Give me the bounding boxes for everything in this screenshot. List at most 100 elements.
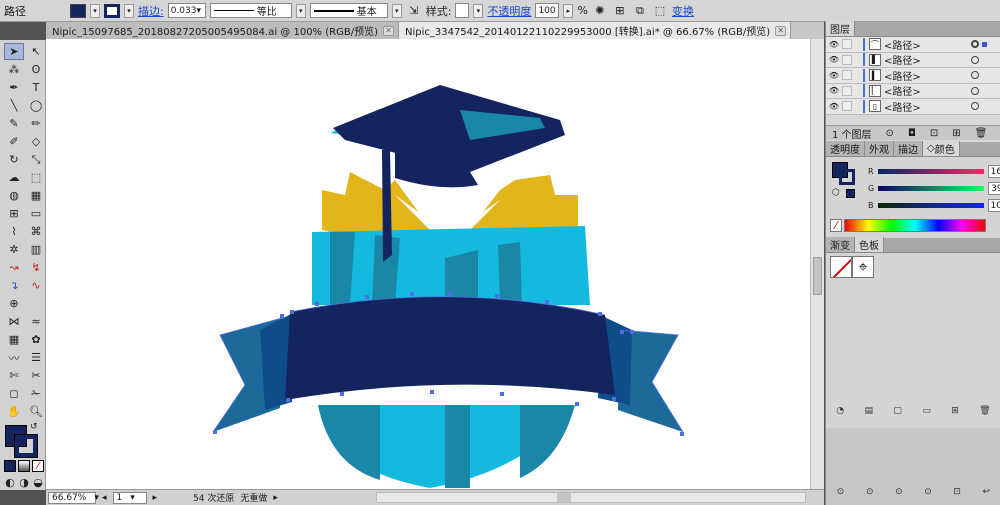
document-tab-1[interactable]: Nipic_15097685_20180827205005495084.ai @… xyxy=(46,22,399,39)
style-dropdown[interactable]: ▾ xyxy=(473,3,484,18)
zoom-tool-icon[interactable]: 🔍︎ xyxy=(26,403,46,420)
smooth-tool-icon[interactable]: ↯ xyxy=(26,259,46,276)
swatch-options-icon[interactable]: ▢ xyxy=(893,406,902,416)
warp-tool-icon[interactable]: ☁ xyxy=(4,169,24,186)
artboard-tool-icon[interactable]: ◻ xyxy=(4,385,24,402)
tab-layers[interactable]: 图层 xyxy=(826,21,855,36)
tab-swatches[interactable]: 色板 xyxy=(855,237,884,252)
green-slider[interactable] xyxy=(878,186,985,191)
badge-artwork[interactable] xyxy=(46,39,810,489)
zoom-field[interactable]: 66.67% ▾ xyxy=(48,491,99,504)
grid-tool-icon[interactable]: ▦ xyxy=(4,331,24,348)
stroke-swatch[interactable] xyxy=(104,3,120,18)
transform-link[interactable]: 变换 xyxy=(672,3,694,19)
magic-wand-tool-icon[interactable]: ⁂ xyxy=(4,61,24,78)
new-color-group-icon[interactable]: ▭ xyxy=(922,406,931,416)
stroke-dropdown[interactable]: ▾ xyxy=(124,3,134,18)
slice-tool-icon[interactable]: ✁ xyxy=(26,385,46,402)
envelope-tool-icon[interactable]: ⋈ xyxy=(4,313,24,330)
pen-tool-icon[interactable]: ✒ xyxy=(4,79,24,96)
new-layer-icon[interactable]: ⊞ xyxy=(952,128,960,139)
symbol-sprayer-tool-icon[interactable]: ✲ xyxy=(4,241,24,258)
target-icon[interactable] xyxy=(971,102,979,111)
color-spectrum[interactable] xyxy=(844,219,986,232)
stroke-label[interactable]: 描边: xyxy=(138,3,164,19)
page-field[interactable]: 1 ▾ xyxy=(112,491,147,504)
eye-icon[interactable]: 👁︎ xyxy=(826,102,842,111)
lasso-tool-icon[interactable]: ʘ xyxy=(26,61,46,78)
none-color-icon[interactable]: ⁄ xyxy=(830,219,842,232)
eraser-tool-icon[interactable]: ◇ xyxy=(26,133,46,150)
make-clipping-mask-icon[interactable]: ◘ xyxy=(908,128,916,139)
tab-appearance[interactable]: 外观 xyxy=(865,141,894,156)
draw-inside-icon[interactable]: ◒ xyxy=(32,476,44,489)
panel-icon-6[interactable]: ↩ xyxy=(983,487,991,497)
type-tool-icon[interactable]: T xyxy=(26,79,46,96)
path-tool-icon[interactable]: 〰 xyxy=(4,349,24,366)
rotate-tool-icon[interactable]: ↻ xyxy=(4,151,24,168)
swap-icon[interactable]: ↺ xyxy=(30,422,38,432)
style-swatch[interactable] xyxy=(455,3,470,18)
horizontal-scrollbar[interactable] xyxy=(376,492,806,503)
delete-layer-icon[interactable]: 🗑︎ xyxy=(975,128,988,139)
blob-brush-tool-icon[interactable]: ✐ xyxy=(4,133,24,150)
opacity-input[interactable]: 100 xyxy=(535,3,560,18)
horizontal-scroll-thumb[interactable] xyxy=(557,493,571,502)
draw-behind-icon[interactable]: ◑ xyxy=(18,476,30,489)
scale-tool-icon[interactable]: ⤡ xyxy=(26,151,46,168)
layer-row[interactable]: 👁︎ ▍ <路径> xyxy=(826,68,1000,84)
lock-toggle[interactable] xyxy=(842,70,852,81)
show-kinds-icon[interactable]: ▤ xyxy=(864,406,873,416)
lock-toggle[interactable] xyxy=(842,85,852,96)
next-page-icon[interactable]: ▸ xyxy=(153,493,158,503)
target-icon[interactable] xyxy=(971,40,979,49)
new-sublayer-icon[interactable]: ⊡ xyxy=(930,128,938,139)
new-swatch-icon[interactable]: ⊞ xyxy=(951,406,959,416)
profile-dropdown[interactable]: ▾ xyxy=(295,3,306,18)
gradient-tool-icon[interactable]: ▭ xyxy=(26,205,46,222)
eye-icon[interactable]: 👁︎ xyxy=(826,71,842,80)
lock-toggle[interactable] xyxy=(842,39,852,50)
blue-slider[interactable] xyxy=(877,203,984,208)
direct-selection-tool-icon[interactable]: ↖ xyxy=(26,43,46,60)
wave-tool-icon[interactable]: ∿ xyxy=(26,277,46,294)
lock-toggle[interactable] xyxy=(842,101,852,112)
swatch-registration[interactable]: ⌖ xyxy=(852,256,874,278)
pencil-tool-icon[interactable]: ✏ xyxy=(26,115,46,132)
green-input[interactable]: 39 xyxy=(988,182,1000,195)
isolate-icon[interactable]: ⧉ xyxy=(632,3,648,19)
mesh-tool-icon[interactable]: ⊞ xyxy=(4,205,24,222)
stroke-weight-input[interactable]: 0.033 ▾ xyxy=(167,3,206,18)
color-stroke-swatch[interactable] xyxy=(839,169,855,185)
close-icon[interactable]: ✕ xyxy=(775,25,787,36)
hand-tool-icon[interactable]: ✋ xyxy=(4,403,24,420)
brush-definition[interactable]: 基本 xyxy=(309,3,388,18)
column-graph-tool-icon[interactable]: ▥ xyxy=(26,241,46,258)
none-mode-icon[interactable]: ⁄ xyxy=(32,460,44,472)
paintbrush-tool-icon[interactable]: ✎ xyxy=(4,115,24,132)
target-icon[interactable] xyxy=(971,71,979,80)
tab-gradient[interactable]: 渐变 xyxy=(826,237,855,252)
swatch-none[interactable] xyxy=(830,256,852,278)
vertical-scrollbar[interactable] xyxy=(810,39,824,489)
red-slider[interactable] xyxy=(877,169,984,174)
eye-icon[interactable]: 👁︎ xyxy=(826,40,842,49)
fill-dropdown[interactable]: ▾ xyxy=(90,3,100,18)
transform-icon[interactable]: ⬚ xyxy=(652,3,668,19)
artboard-canvas[interactable] xyxy=(46,39,810,489)
panel-icon-5[interactable]: ⊡ xyxy=(953,487,961,497)
delete-swatch-icon[interactable]: 🗑︎ xyxy=(979,406,990,416)
panel-icon-3[interactable]: ⊙ xyxy=(895,487,903,497)
panel-icon-1[interactable]: ⊙ xyxy=(837,487,845,497)
document-tab-2[interactable]: Nipic_3347542_20140122110229953000 [转换].… xyxy=(398,22,792,39)
twirl-tool-icon[interactable]: ✿ xyxy=(26,331,46,348)
shape-builder-tool-icon[interactable]: ◍ xyxy=(4,187,24,204)
panel-icon-2[interactable]: ⊙ xyxy=(866,487,874,497)
brush-dropdown[interactable]: ▾ xyxy=(391,3,402,18)
blend-tool-icon[interactable]: ⌘ xyxy=(26,223,46,240)
layer-row[interactable]: 👁︎ ⌒ <路径> xyxy=(826,37,1000,53)
swatch-libraries-icon[interactable]: ◔ xyxy=(836,406,844,416)
color-small-swatch[interactable] xyxy=(846,189,855,198)
color-mode-icon[interactable] xyxy=(4,460,16,472)
locate-object-icon[interactable]: ⊙ xyxy=(886,128,894,139)
